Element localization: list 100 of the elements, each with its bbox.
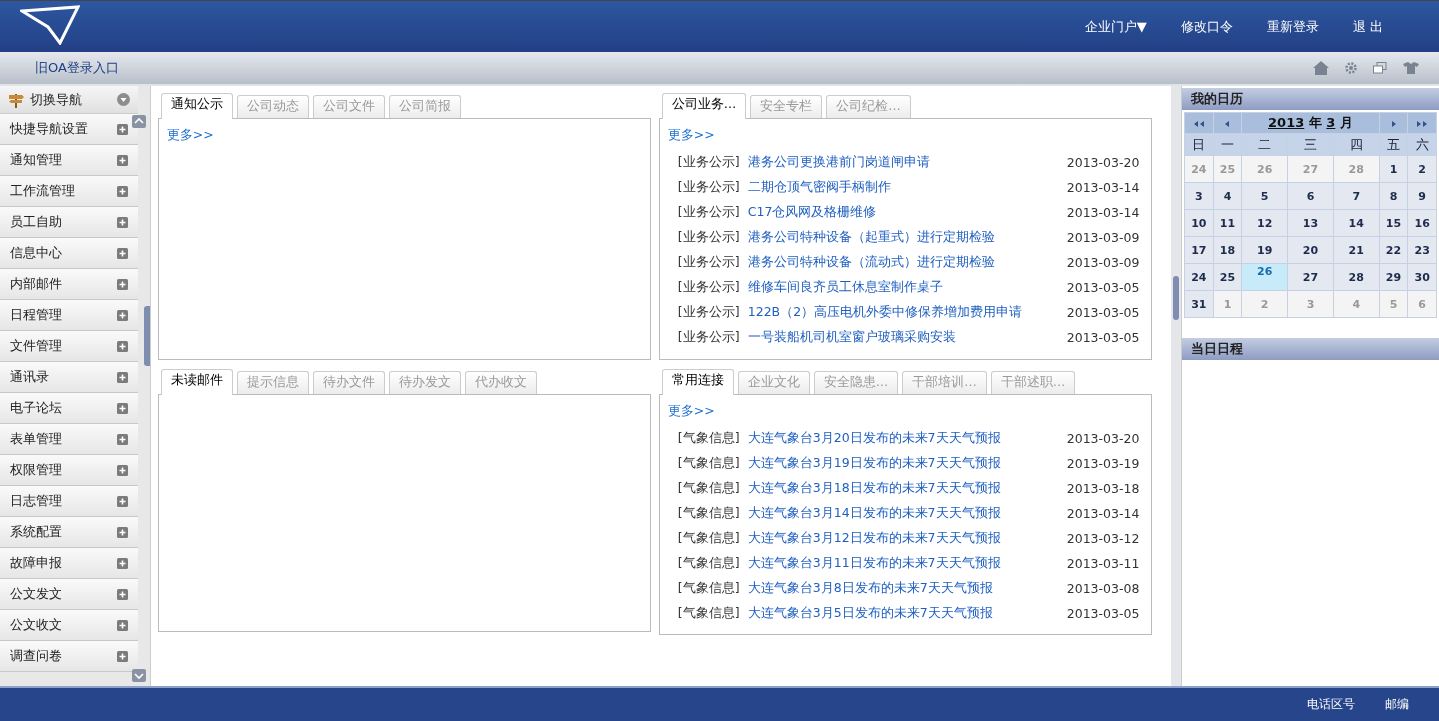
expand-icon[interactable] xyxy=(117,557,128,569)
calendar-day[interactable]: 31 xyxy=(1184,290,1214,318)
item-link[interactable]: 港务公司更换港前门岗道闸申请 xyxy=(747,154,1067,171)
scroll-down-icon[interactable] xyxy=(132,669,146,682)
sidebar-item[interactable]: 文件管理 xyxy=(0,331,138,362)
header-link[interactable]: 企业门户▼ xyxy=(1084,17,1147,36)
item-link[interactable]: 大连气象台3月14日发布的未来7天天气预报 xyxy=(747,505,1067,522)
footer-text: 电话区号 xyxy=(1307,696,1355,713)
shirt-icon[interactable] xyxy=(1403,62,1419,74)
item-link[interactable]: 大连气象台3月18日发布的未来7天天气预报 xyxy=(747,480,1067,497)
next-year-button[interactable] xyxy=(1407,112,1437,134)
year-link[interactable]: 2013 xyxy=(1268,115,1305,130)
sidebar-item[interactable]: 员工自助 xyxy=(0,207,138,238)
expand-icon[interactable] xyxy=(117,247,128,259)
calendar-day[interactable]: 10 xyxy=(1184,209,1214,237)
double-right-icon xyxy=(1417,120,1428,127)
calendar-header: 我的日历 xyxy=(1182,88,1439,110)
expand-icon[interactable] xyxy=(117,185,128,197)
item-link[interactable]: 大连气象台3月20日发布的未来7天天气预报 xyxy=(747,430,1067,447)
signpost-icon xyxy=(8,91,24,108)
item-link[interactable]: C17仓风网及格栅维修 xyxy=(747,204,1067,221)
calendar-day[interactable]: 17 xyxy=(1184,236,1214,264)
item-date: 2013-03-20 xyxy=(1066,431,1141,446)
settings-icon[interactable] xyxy=(1345,62,1357,74)
sidebar-item[interactable]: 公文收文 xyxy=(0,610,138,641)
sidebar-item[interactable]: 故障申报 xyxy=(0,548,138,579)
more-link[interactable]: 更多>> xyxy=(667,127,1143,144)
item-link[interactable]: 大连气象台3月12日发布的未来7天天气预报 xyxy=(747,530,1067,547)
sidebar-item[interactable]: 日志管理 xyxy=(0,486,138,517)
expand-icon[interactable] xyxy=(117,433,128,445)
item-link[interactable]: 大连气象台3月19日发布的未来7天天气预报 xyxy=(747,455,1067,472)
dropdown-icon[interactable] xyxy=(117,93,130,106)
left-icon xyxy=(1225,120,1230,127)
windows-icon[interactable] xyxy=(1373,62,1387,74)
sidebar-item[interactable]: 系统配置 xyxy=(0,517,138,548)
item-date: 2013-03-11 xyxy=(1066,556,1141,571)
item-date: 2013-03-20 xyxy=(1066,155,1141,170)
prev-year-button[interactable] xyxy=(1184,112,1214,134)
expand-icon[interactable] xyxy=(117,278,128,290)
logo-icon xyxy=(20,4,80,45)
more-link[interactable]: 更多>> xyxy=(667,403,1143,420)
tab[interactable]: 通知公示 xyxy=(160,93,233,119)
collapse-handle[interactable] xyxy=(143,306,150,366)
item-link[interactable]: 港务公司特种设备（起重式）进行定期检验 xyxy=(747,229,1067,246)
home-icon[interactable] xyxy=(1313,61,1329,75)
sidebar-item[interactable]: 通知管理 xyxy=(0,145,138,176)
calendar-day[interactable]: 24 xyxy=(1184,263,1214,291)
sidebar-item-label: 调查问卷 xyxy=(10,647,62,665)
sidebar-item[interactable]: 快捷导航设置 xyxy=(0,114,138,145)
expand-icon[interactable] xyxy=(117,123,128,135)
item-category: [气象信息] xyxy=(677,605,741,622)
header-link[interactable]: 退 出 xyxy=(1352,17,1383,36)
expand-icon[interactable] xyxy=(117,371,128,383)
header-link[interactable]: 修改口令 xyxy=(1180,17,1233,36)
expand-icon[interactable] xyxy=(117,495,128,507)
tab[interactable]: 未读邮件 xyxy=(160,369,233,395)
expand-icon[interactable] xyxy=(117,464,128,476)
year-label: 年 xyxy=(1308,115,1322,130)
item-link[interactable]: 大连气象台3月11日发布的未来7天天气预报 xyxy=(747,555,1067,572)
expand-icon[interactable] xyxy=(117,650,128,662)
item-link[interactable]: 维修车间良齐员工休息室制作桌子 xyxy=(747,279,1067,296)
item-link[interactable]: 二期仓顶气密阀手柄制作 xyxy=(747,179,1067,196)
sidebar-item[interactable]: 电子论坛 xyxy=(0,393,138,424)
expand-icon[interactable] xyxy=(117,216,128,228)
expand-icon[interactable] xyxy=(117,402,128,414)
sidebar-item[interactable]: 表单管理 xyxy=(0,424,138,455)
schedule-header: 当日日程 xyxy=(1182,338,1439,360)
sidebar-item[interactable]: 调查问卷 xyxy=(0,641,138,672)
item-category: [气象信息] xyxy=(677,505,741,522)
item-link[interactable]: 港务公司特种设备（流动式）进行定期检验 xyxy=(747,254,1067,271)
expand-icon[interactable] xyxy=(117,309,128,321)
expand-icon[interactable] xyxy=(117,154,128,166)
more-link[interactable]: 更多>> xyxy=(166,127,642,144)
expand-icon[interactable] xyxy=(117,526,128,538)
sidebar-item-label: 通讯录 xyxy=(10,368,49,386)
item-link[interactable]: 大连气象台3月8日发布的未来7天天气预报 xyxy=(747,580,1067,597)
header-link[interactable]: 重新登录 xyxy=(1266,17,1319,36)
sidebar-item-label: 权限管理 xyxy=(10,461,62,479)
sidebar-item[interactable]: 公文发文 xyxy=(0,579,138,610)
scroll-up-icon[interactable] xyxy=(132,115,146,128)
sidebar-item[interactable]: 信息中心 xyxy=(0,238,138,269)
old-login-link[interactable]: 旧OA登录入口 xyxy=(35,59,119,77)
sidebar-item[interactable]: 内部邮件 xyxy=(0,269,138,300)
sidebar-item[interactable]: 工作流管理 xyxy=(0,176,138,207)
item-date: 2013-03-19 xyxy=(1066,456,1141,471)
collapse-handle[interactable] xyxy=(1173,276,1180,320)
sidebar-item-label: 信息中心 xyxy=(10,244,62,262)
month-link[interactable]: 3 xyxy=(1326,115,1336,130)
expand-icon[interactable] xyxy=(117,619,128,631)
tab[interactable]: 公司业务… xyxy=(661,93,747,119)
item-link[interactable]: 122B（2）高压电机外委中修保养增加费用申请 xyxy=(747,304,1067,321)
expand-icon[interactable] xyxy=(117,588,128,600)
sidebar-item[interactable]: 日程管理 xyxy=(0,300,138,331)
sidebar-item[interactable]: 通讯录 xyxy=(0,362,138,393)
expand-icon[interactable] xyxy=(117,340,128,352)
calendar-day[interactable]: 3 xyxy=(1184,182,1214,210)
item-link[interactable]: 大连气象台3月5日发布的未来7天天气预报 xyxy=(747,605,1067,622)
sidebar-item[interactable]: 权限管理 xyxy=(0,455,138,486)
item-link[interactable]: 一号装船机司机室窗户玻璃采购安装 xyxy=(747,329,1067,346)
tab[interactable]: 常用连接 xyxy=(661,369,734,395)
